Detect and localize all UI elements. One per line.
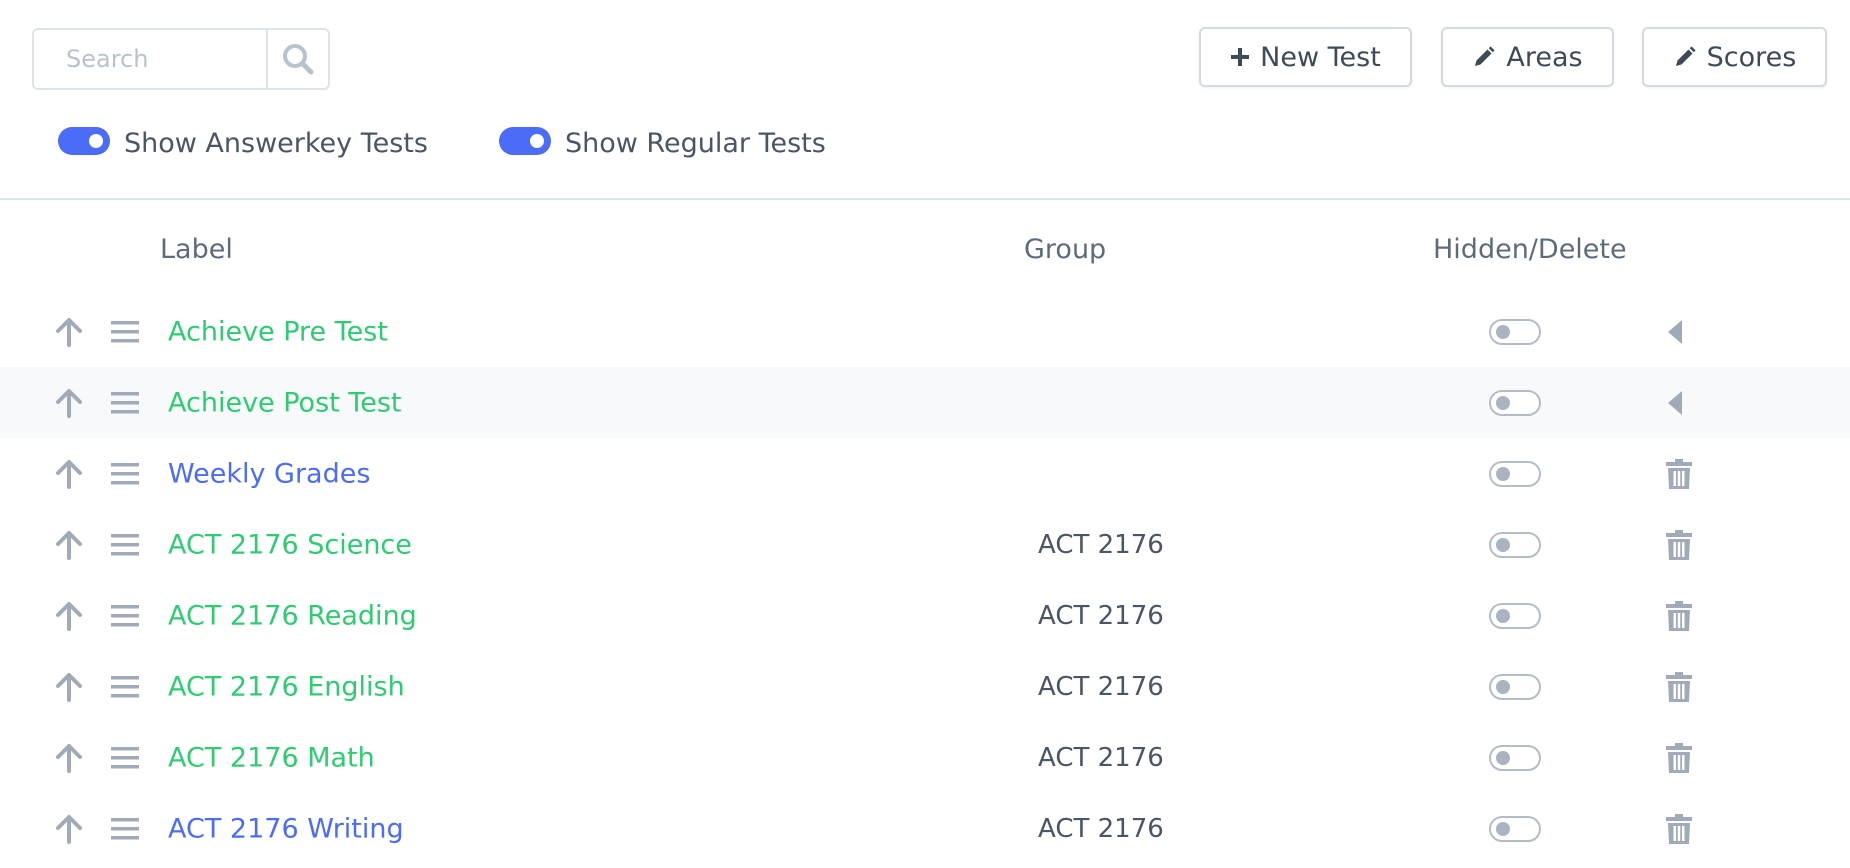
test-label-link[interactable]: ACT 2176 English xyxy=(168,671,405,702)
test-group: ACT 2176 xyxy=(1038,742,1164,773)
arrow-up-icon[interactable] xyxy=(55,388,83,418)
regular-filter: Show Regular Tests xyxy=(499,126,826,159)
hidden-toggle[interactable] xyxy=(1489,673,1541,700)
caret-left-icon[interactable] xyxy=(1666,389,1684,417)
table-row: Achieve Post Test xyxy=(0,367,1850,438)
answerkey-toggle[interactable] xyxy=(58,126,110,155)
areas-label: Areas xyxy=(1506,41,1583,73)
search-icon xyxy=(283,44,314,75)
table-row: ACT 2176 Reading ACT 2176 xyxy=(0,580,1850,651)
hidden-toggle[interactable] xyxy=(1489,744,1541,771)
hidden-toggle[interactable] xyxy=(1489,389,1541,416)
arrow-up-icon[interactable] xyxy=(55,601,83,631)
answerkey-filter: Show Answerkey Tests xyxy=(58,126,428,159)
test-group: ACT 2176 xyxy=(1038,671,1164,702)
regular-toggle[interactable] xyxy=(499,126,551,155)
hidden-toggle[interactable] xyxy=(1489,531,1541,558)
top-bar: New Test Areas Scores Show Answerkey Tes… xyxy=(0,0,1850,200)
arrow-up-icon[interactable] xyxy=(55,530,83,560)
arrow-up-icon[interactable] xyxy=(55,672,83,702)
drag-handle-icon[interactable] xyxy=(111,604,139,628)
test-label-link[interactable]: Achieve Post Test xyxy=(168,387,401,418)
hidden-toggle[interactable] xyxy=(1489,460,1541,487)
column-header-label: Label xyxy=(160,234,233,265)
trash-icon[interactable] xyxy=(1666,671,1692,702)
new-test-button[interactable]: New Test xyxy=(1199,27,1412,87)
new-test-label: New Test xyxy=(1260,41,1381,73)
test-group: ACT 2176 xyxy=(1038,600,1164,631)
pencil-icon xyxy=(1475,46,1495,66)
trash-icon[interactable] xyxy=(1666,600,1692,631)
drag-handle-icon[interactable] xyxy=(111,746,139,770)
drag-handle-icon[interactable] xyxy=(111,533,139,557)
drag-handle-icon[interactable] xyxy=(111,391,139,415)
hidden-toggle[interactable] xyxy=(1489,318,1541,345)
table-row: Weekly Grades xyxy=(0,438,1850,509)
test-label-link[interactable]: ACT 2176 Writing xyxy=(168,813,404,844)
pencil-icon xyxy=(1675,46,1696,66)
answerkey-label: Show Answerkey Tests xyxy=(124,128,428,159)
test-label-link[interactable]: ACT 2176 Math xyxy=(168,742,375,773)
drag-handle-icon[interactable] xyxy=(111,817,139,841)
hidden-toggle[interactable] xyxy=(1489,815,1541,842)
tests-table: Achieve Pre Test Achieve Post Test Weekl… xyxy=(0,296,1850,864)
table-row: ACT 2176 English ACT 2176 xyxy=(0,651,1850,722)
divider xyxy=(0,198,1850,200)
trash-icon[interactable] xyxy=(1666,458,1692,489)
table-row: ACT 2176 Science ACT 2176 xyxy=(0,509,1850,580)
column-header-hidden-delete: Hidden/Delete xyxy=(1433,234,1627,265)
drag-handle-icon[interactable] xyxy=(111,462,139,486)
caret-left-icon[interactable] xyxy=(1666,318,1684,346)
plus-icon xyxy=(1231,48,1250,66)
search-button[interactable] xyxy=(266,30,328,88)
test-label-link[interactable]: ACT 2176 Science xyxy=(168,529,412,560)
table-header: Label Group Hidden/Delete xyxy=(0,234,1850,274)
column-header-group: Group xyxy=(1024,234,1107,265)
trash-icon[interactable] xyxy=(1666,742,1692,773)
search-group xyxy=(32,28,330,90)
test-label-link[interactable]: ACT 2176 Reading xyxy=(168,600,417,631)
arrow-up-icon[interactable] xyxy=(55,317,83,347)
drag-handle-icon[interactable] xyxy=(111,675,139,699)
test-label-link[interactable]: Weekly Grades xyxy=(168,458,370,489)
table-row: ACT 2176 Writing ACT 2176 xyxy=(0,793,1850,864)
arrow-up-icon[interactable] xyxy=(55,814,83,844)
test-group: ACT 2176 xyxy=(1038,529,1164,560)
areas-button[interactable]: Areas xyxy=(1441,27,1614,87)
scores-label: Scores xyxy=(1706,41,1797,73)
trash-icon[interactable] xyxy=(1666,529,1692,560)
test-label-link[interactable]: Achieve Pre Test xyxy=(168,316,388,347)
table-row: ACT 2176 Math ACT 2176 xyxy=(0,722,1850,793)
trash-icon[interactable] xyxy=(1666,813,1692,844)
table-row: Achieve Pre Test xyxy=(0,296,1850,367)
search-input[interactable] xyxy=(34,30,266,88)
arrow-up-icon[interactable] xyxy=(55,743,83,773)
arrow-up-icon[interactable] xyxy=(55,459,83,489)
regular-label: Show Regular Tests xyxy=(565,128,826,159)
hidden-toggle[interactable] xyxy=(1489,602,1541,629)
drag-handle-icon[interactable] xyxy=(111,320,139,344)
scores-button[interactable]: Scores xyxy=(1642,27,1827,87)
test-group: ACT 2176 xyxy=(1038,813,1164,844)
